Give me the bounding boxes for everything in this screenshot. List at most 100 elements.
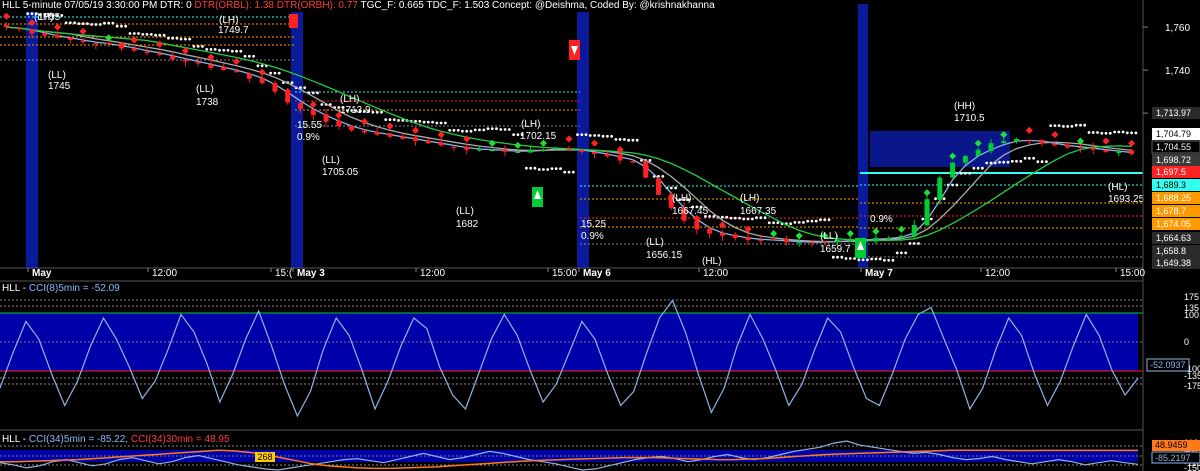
trailing-dot: [1079, 123, 1082, 127]
trailing-dot: [375, 110, 379, 114]
cci8-label: CCI(8)5min = -52.09: [28, 283, 120, 294]
trailing-dot: [725, 215, 729, 219]
candle-body: [988, 143, 994, 152]
candle-body: [604, 154, 610, 157]
trailing-dot: [1125, 131, 1129, 135]
candle-body: [182, 59, 188, 62]
trailing-dot: [482, 128, 486, 132]
signal-diamond: [233, 57, 241, 66]
price-label: 1659.7: [820, 244, 851, 255]
x-axis: May 12:00 15:(May 3 12:00 15:00 May 6 12:00 May…: [27, 268, 1145, 279]
trailing-dot: [175, 36, 179, 40]
trailing-dot: [179, 37, 183, 41]
trailing-dot: [968, 171, 971, 175]
annotation-box-268: 268: [255, 452, 275, 462]
trailing-dot: [418, 119, 422, 123]
trailing-dot: [452, 128, 456, 132]
trailing-dot: [384, 118, 388, 121]
price-label: 1693.25: [1108, 194, 1145, 205]
price-box-label: 1,713.97: [1156, 108, 1191, 118]
trailing-dot: [1108, 131, 1112, 135]
trailing-dot: [601, 134, 605, 138]
trailing-dot: [998, 160, 1001, 164]
trailing-dot: [985, 161, 989, 165]
buy-arrow-icon: [532, 187, 543, 207]
price-label: 1745: [48, 81, 71, 92]
trailing-dot: [908, 242, 912, 245]
price-label: (LL): [322, 155, 340, 166]
cci34-prefix: HLL -: [2, 434, 29, 445]
candle-body: [93, 43, 99, 45]
trailing-dot: [584, 133, 588, 137]
signal-diamond: [897, 225, 905, 233]
session-bar-may2: [26, 12, 38, 268]
trailing-dot: [597, 134, 601, 137]
chart-header: HLL 5-minute 07/05/19 3:30:00 PM DTR: 0 …: [2, 0, 715, 11]
candle-body: [42, 33, 48, 36]
candle-body: [707, 228, 713, 234]
trailing-dot: [708, 215, 712, 218]
candle-body: [195, 62, 201, 64]
trailing-dot: [209, 48, 213, 51]
trailing-dot: [1087, 131, 1091, 134]
price-label: 15.55: [297, 120, 322, 131]
trailing-dot: [554, 167, 558, 171]
trailing-dot: [486, 127, 490, 130]
trailing-dot: [311, 91, 315, 95]
signal-diamond: [54, 23, 62, 31]
trailing-dot: [567, 170, 571, 174]
candle-body: [323, 114, 329, 122]
trailing-dot: [712, 215, 716, 218]
price-label: (LH): [521, 119, 540, 130]
trailing-dot: [1006, 160, 1010, 164]
trailing-dot: [955, 183, 959, 187]
candle-body: [16, 28, 22, 30]
trailing-dot: [1104, 131, 1108, 135]
trailing-dot: [942, 197, 946, 201]
signal-diamond: [79, 27, 87, 35]
trailing-dot: [162, 33, 166, 37]
main-title: HLL 5-minute 07/05/19 3:30:00 PM DTR: 0: [2, 0, 192, 11]
trailing-dot: [469, 129, 473, 133]
trailing-dot: [1130, 131, 1133, 135]
trailing-dot: [252, 54, 256, 58]
cci34-5min-label: CCI(34)5min = -85.22,: [28, 434, 129, 445]
sell-arrow-icon: [289, 14, 298, 28]
x-tick-label: 12:00: [703, 268, 728, 279]
signal-diamond: [795, 232, 803, 240]
trailing-dot: [883, 258, 886, 262]
trailing-dot: [1057, 124, 1061, 127]
trailing-dot: [546, 168, 550, 171]
candle-body: [719, 233, 725, 236]
candle-body: [438, 142, 444, 146]
trailing-dot: [819, 218, 822, 222]
trailing-dot: [1015, 159, 1018, 163]
x-tick-label: May: [32, 268, 52, 279]
trailing-dot: [866, 258, 869, 262]
cci34-tick-label: -150: [1184, 463, 1200, 471]
price-box-label: 1,688.25: [1156, 193, 1191, 203]
trailing-dot: [426, 120, 430, 124]
trailing-dot: [137, 32, 140, 35]
candle-body: [592, 152, 598, 154]
trailing-dot: [1083, 123, 1087, 127]
candle-body: [144, 51, 150, 53]
candle-body: [732, 234, 738, 238]
price-label: 1738: [196, 97, 219, 108]
trailing-dot: [30, 12, 34, 16]
trailing-dot: [507, 128, 511, 131]
candle-body: [425, 140, 431, 144]
trailing-dot: [964, 171, 967, 175]
price-label: 1713.9: [340, 105, 371, 116]
cci8-tick-label: 175: [1184, 292, 1199, 302]
trailing-dot: [904, 251, 908, 255]
trailing-dot: [167, 36, 170, 40]
dtr-orbh-label: DTR(ORBH): 0.77: [276, 0, 358, 11]
trailing-dot: [525, 166, 528, 170]
trailing-dot: [439, 121, 443, 125]
cci34-5min-value-label: -85.2197: [1155, 453, 1191, 463]
trailing-dot: [222, 48, 226, 52]
trailing-dot: [107, 21, 111, 25]
trailing-dot: [388, 118, 392, 121]
trailing-dot: [1036, 160, 1040, 164]
